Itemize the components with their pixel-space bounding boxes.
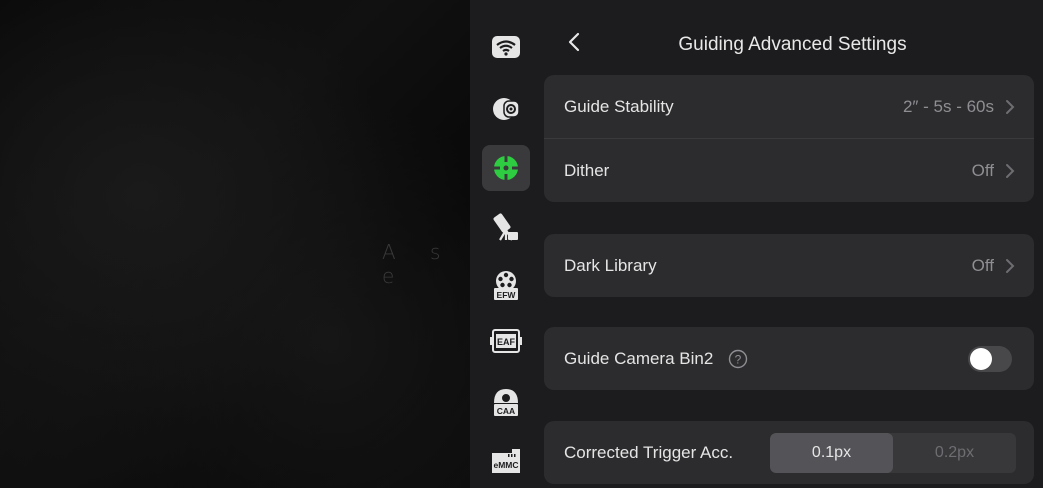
guide-stability-row[interactable]: Guide Stability 2″ - 5s - 60s xyxy=(544,75,1034,138)
dark-library-label: Dark Library xyxy=(564,255,657,275)
dither-label: Dither xyxy=(564,160,610,180)
emmc-icon: eMMC xyxy=(490,447,522,475)
panel-header: Guiding Advanced Settings xyxy=(542,12,1043,74)
guide-camera-bin2-row: Guide Camera Bin2 ? xyxy=(544,327,1034,390)
corrected-trigger-row: Corrected Trigger Acc. 0.1px 0.2px xyxy=(544,421,1034,484)
svg-text:?: ? xyxy=(735,352,742,366)
caa-icon: CAA xyxy=(491,385,521,417)
dither-value: Off xyxy=(971,160,994,180)
dither-row[interactable]: Dither Off xyxy=(544,138,1034,202)
svg-text:EFW: EFW xyxy=(497,290,517,300)
rail-item-caa[interactable]: CAA xyxy=(482,378,530,424)
corrected-trigger-label: Corrected Trigger Acc. xyxy=(564,442,734,462)
rail-item-camera[interactable] xyxy=(482,86,530,132)
live-view-overlay-text: A s e xyxy=(382,240,455,288)
telescope-mount-icon xyxy=(492,212,520,242)
dark-library-value: Off xyxy=(971,255,994,275)
rail-item-efw[interactable]: EFW xyxy=(482,262,530,308)
guide-stability-value: 2″ - 5s - 60s xyxy=(902,96,994,116)
guiding-crosshair-icon xyxy=(491,153,521,183)
settings-panel: Guiding Advanced Settings Guide Stabilit… xyxy=(542,0,1043,488)
svg-text:eMMC: eMMC xyxy=(493,460,518,470)
toggle-knob xyxy=(970,347,992,370)
settings-group-guiding: Guide Stability 2″ - 5s - 60s Dither Off xyxy=(544,75,1034,202)
dark-library-row[interactable]: Dark Library Off xyxy=(544,234,1034,297)
segment-0-1px[interactable]: 0.1px xyxy=(770,433,893,473)
help-icon[interactable]: ? xyxy=(728,349,748,369)
rail-item-wifi[interactable] xyxy=(482,24,530,70)
chevron-right-icon xyxy=(1004,163,1016,179)
svg-text:EAF: EAF xyxy=(497,337,516,347)
guide-camera-bin2-toggle[interactable] xyxy=(968,345,1012,372)
guide-camera-bin2-label: Guide Camera Bin2 xyxy=(564,348,714,368)
eaf-icon: EAF xyxy=(490,328,522,354)
guide-stability-label: Guide Stability xyxy=(564,96,674,116)
live-view-background: A s e xyxy=(0,0,470,488)
chevron-right-icon xyxy=(1004,99,1016,115)
chevron-right-icon xyxy=(1004,258,1016,274)
segment-0-2px[interactable]: 0.2px xyxy=(893,433,1016,473)
settings-group-trigger: Corrected Trigger Acc. 0.1px 0.2px xyxy=(544,421,1034,484)
rail-item-eaf[interactable]: EAF xyxy=(482,318,530,364)
side-icon-rail: EFW EAF CAA eMMC xyxy=(470,0,542,488)
rail-item-mount[interactable] xyxy=(482,204,530,250)
rail-item-emmc[interactable]: eMMC xyxy=(482,438,530,484)
wifi-icon xyxy=(491,35,521,59)
settings-group-dark-library: Dark Library Off xyxy=(544,234,1034,297)
efw-icon: EFW xyxy=(491,269,521,301)
settings-group-bin2: Guide Camera Bin2 ? xyxy=(544,327,1034,390)
page-title: Guiding Advanced Settings xyxy=(678,34,907,55)
camera-icon xyxy=(491,96,521,122)
rail-item-guiding[interactable] xyxy=(482,145,530,191)
corrected-trigger-segmented-control: 0.1px 0.2px xyxy=(770,433,1016,473)
svg-text:CAA: CAA xyxy=(497,406,515,416)
